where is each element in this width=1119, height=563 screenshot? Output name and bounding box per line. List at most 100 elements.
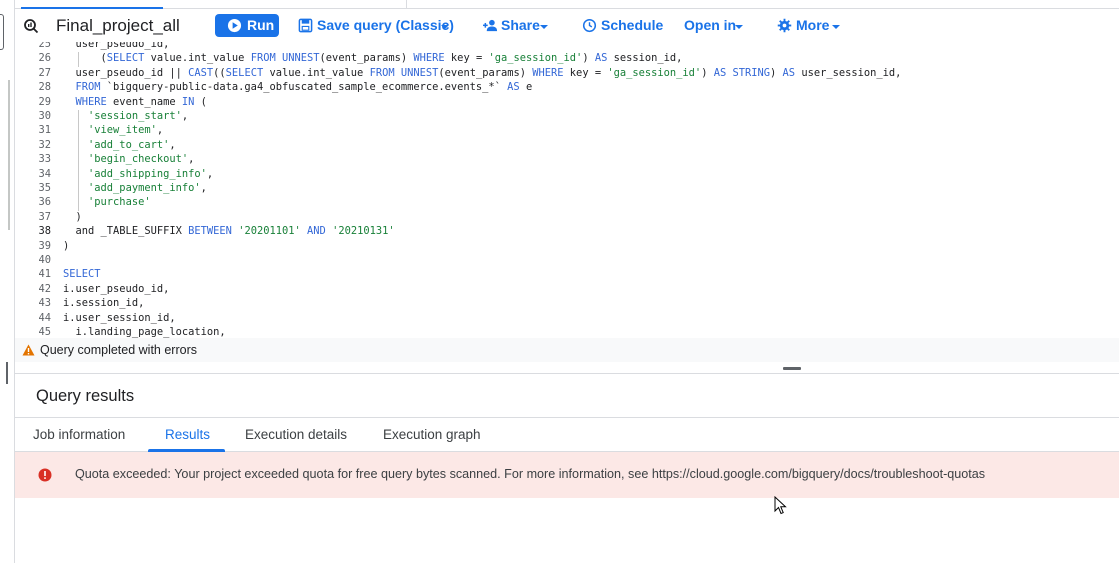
line-number: 43 (38, 297, 51, 310)
query-tab-title[interactable]: Final_project_all (56, 16, 180, 36)
save-query-button[interactable]: Save query (Classic) (298, 14, 454, 37)
line-number: 42 (38, 282, 51, 295)
code-text: 'session_start', (88, 110, 189, 122)
code-line[interactable]: 32 'add_to_cart', (15, 138, 1119, 154)
code-line[interactable]: 38 and _TABLE_SUFFIX BETWEEN '20201101' … (15, 225, 1119, 239)
left-panel-scrollbar[interactable] (8, 80, 10, 230)
tab-results[interactable]: Results (165, 427, 210, 442)
tab-execution-details[interactable]: Execution details (245, 427, 347, 442)
code-text: i.landing_page_location, (63, 326, 226, 338)
line-number: 25 (38, 42, 51, 50)
tab-divider (406, 0, 407, 9)
code-line[interactable]: 43 i.session_id, (15, 297, 1119, 311)
code-line[interactable]: 39) (15, 240, 1119, 254)
code-text: i.user_session_id, (63, 311, 176, 324)
play-icon (227, 18, 242, 33)
code-text: SELECT (63, 268, 101, 281)
indent-guide (77, 153, 79, 168)
share-button[interactable]: Share (482, 14, 550, 37)
editor-tab-strip (15, 0, 1119, 9)
sql-code-editor[interactable]: 25 user_pseudo_id, 26 (SELECT value.int_v… (15, 42, 1119, 338)
line-number: 29 (38, 95, 51, 108)
line-number: 44 (38, 311, 51, 324)
panel-splitter[interactable] (15, 362, 1119, 374)
indent-guide (77, 167, 79, 182)
line-number: 30 (38, 110, 51, 122)
open-in-button[interactable]: Open in (684, 14, 746, 37)
left-resize-handle[interactable] (6, 362, 8, 384)
code-text: 'add_shipping_info', (88, 167, 214, 180)
line-number: 26 (38, 52, 51, 65)
results-panel-title: Query results (36, 387, 135, 405)
gear-icon (777, 18, 792, 33)
code-line[interactable]: 44 i.user_session_id, (15, 312, 1119, 326)
code-line[interactable]: 37 ) (15, 211, 1119, 225)
code-line[interactable]: 26 (SELECT value.int_value FROM UNNEST(e… (15, 52, 1119, 67)
chevron-down-icon (441, 25, 449, 29)
error-icon (38, 468, 52, 482)
code-line[interactable]: 40 (15, 254, 1119, 268)
code-line[interactable]: 27 user_pseudo_id || CAST((SELECT value.… (15, 67, 1119, 81)
code-line[interactable]: 28 FROM `bigquery-public-data.ga4_obfusc… (15, 81, 1119, 95)
active-editor-tab[interactable] (21, 0, 163, 9)
error-message: Quota exceeded: Your project exceeded qu… (75, 467, 986, 481)
indent-guide (77, 138, 79, 154)
drag-handle-icon[interactable] (783, 367, 801, 370)
code-text: 'add_to_cart', (88, 138, 176, 151)
tab-job-information[interactable]: Job information (33, 427, 125, 442)
code-line[interactable]: 29 WHERE event_name IN ( (15, 96, 1119, 110)
line-number: 37 (38, 210, 51, 223)
code-line[interactable]: 33 'begin_checkout', (15, 153, 1119, 168)
results-divider (15, 417, 1119, 418)
more-button[interactable]: More (777, 14, 843, 37)
query-status-text: Query completed with errors (40, 343, 198, 357)
code-text: 'purchase' (88, 196, 151, 209)
code-line[interactable]: 42 i.user_pseudo_id, (15, 283, 1119, 297)
share-label: Share (501, 17, 540, 33)
code-line[interactable]: 36 'purchase' (15, 196, 1119, 211)
schedule-button[interactable]: Schedule (582, 14, 663, 37)
line-number: 32 (38, 138, 51, 151)
run-button[interactable]: Run (215, 14, 279, 37)
left-panel-edge (0, 0, 15, 563)
line-number: 39 (38, 239, 51, 252)
code-line[interactable]: 31 'view_item', (15, 124, 1119, 139)
indent-guide (77, 110, 79, 125)
tab-execution-graph[interactable]: Execution graph (383, 427, 481, 442)
panel-collapse-handle[interactable] (0, 14, 4, 50)
error-banner: Quota exceeded: Your project exceeded qu… (15, 452, 1119, 498)
line-number: 41 (38, 268, 51, 281)
code-text: WHERE event_name IN ( (75, 95, 207, 108)
warning-icon (22, 344, 35, 356)
code-text: ) (63, 239, 70, 252)
code-text: (SELECT value.int_value FROM UNNEST(even… (63, 52, 683, 65)
line-number: 33 (38, 153, 51, 166)
code-text: 'add_payment_info', (88, 182, 207, 194)
chevron-down-icon (735, 25, 743, 29)
code-line[interactable]: 25 user_pseudo_id, (15, 42, 1119, 52)
code-text: user_pseudo_id || CAST((SELECT value.int… (63, 66, 902, 79)
code-line[interactable]: 41 SELECT (15, 268, 1119, 282)
code-line[interactable]: 34 'add_shipping_info', (15, 167, 1119, 182)
line-number: 35 (38, 182, 51, 194)
code-text: FROM `bigquery-public-data.ga4_obfuscate… (75, 81, 533, 94)
line-number: 31 (38, 124, 51, 137)
code-text: 'begin_checkout', (88, 153, 195, 166)
line-number: 40 (38, 254, 51, 266)
chevron-down-icon (832, 25, 840, 29)
query-status-bar: Query completed with errors (15, 338, 1119, 362)
chevron-down-icon (540, 25, 548, 29)
code-line[interactable]: 45 i.landing_page_location, (15, 326, 1119, 338)
code-line[interactable]: 35 'add_payment_info', (15, 182, 1119, 197)
indent-guide (77, 182, 79, 197)
code-text: ) (63, 210, 82, 223)
line-number: 38 (38, 225, 51, 238)
mouse-pointer-icon (774, 496, 787, 515)
run-button-label: Run (247, 17, 275, 33)
code-text: i.session_id, (63, 297, 145, 310)
indent-guide (77, 196, 79, 211)
clock-icon (582, 18, 597, 33)
code-line[interactable]: 30 'session_start', (15, 110, 1119, 125)
indent-guide (77, 52, 79, 67)
line-number: 45 (38, 326, 51, 338)
